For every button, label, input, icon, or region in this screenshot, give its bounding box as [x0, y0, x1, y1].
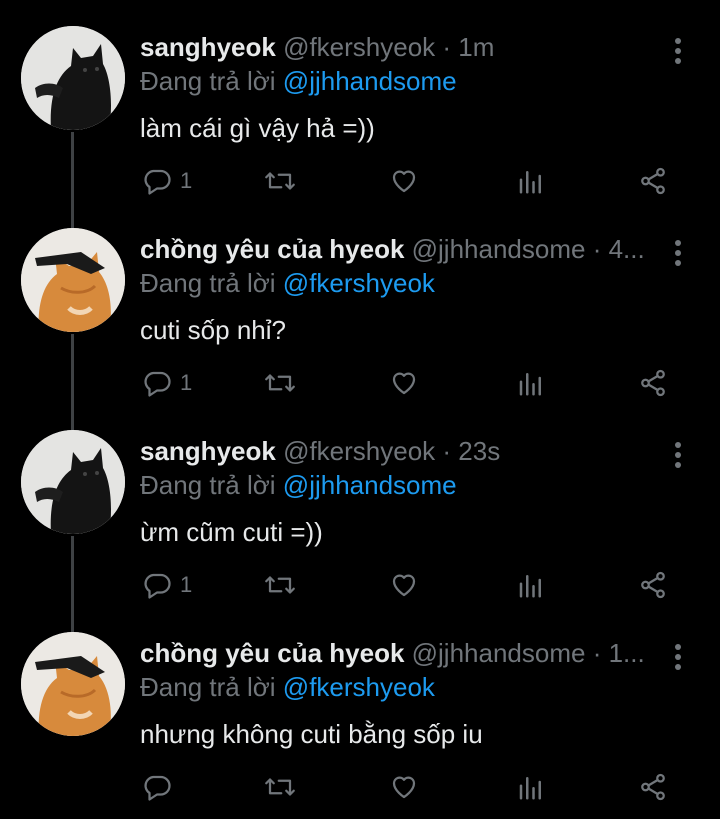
avatar[interactable] [21, 228, 125, 332]
mention-link[interactable]: @jjhhandsome [283, 66, 457, 96]
tweet[interactable]: sanghyeok @fkershyeok · 1m Đang trả lời … [0, 0, 720, 202]
reply-icon [144, 573, 171, 599]
share-button[interactable] [638, 567, 668, 603]
analytics-icon [519, 575, 541, 598]
display-name[interactable]: sanghyeok [140, 436, 276, 466]
tweet[interactable]: sanghyeok @fkershyeok · 23s Đang trả lời… [0, 404, 720, 606]
more-options-icon[interactable] [666, 238, 690, 268]
heart-icon [392, 776, 416, 799]
share-icon [641, 167, 665, 195]
replying-to-label: Đang trả lời [140, 470, 276, 500]
analytics-button[interactable] [516, 365, 546, 401]
reply-count: 1 [180, 168, 193, 193]
tweet-actions [140, 769, 680, 805]
heart-icon [392, 170, 416, 193]
tweet-actions: 1 [140, 163, 680, 199]
display-name[interactable]: chồng yêu của hyeok [140, 638, 404, 668]
like-button[interactable] [388, 163, 420, 199]
like-button[interactable] [388, 365, 420, 401]
replying-to: Đang trả lời @fkershyeok [140, 267, 435, 299]
retweet-button[interactable] [262, 163, 298, 199]
tweet-header: sanghyeok @fkershyeok · 1m [140, 31, 660, 63]
share-button[interactable] [638, 769, 668, 805]
mention-link[interactable]: @fkershyeok [283, 268, 435, 298]
replying-to: Đang trả lời @jjhhandsome [140, 65, 457, 97]
mention-link[interactable]: @fkershyeok [283, 672, 435, 702]
replying-to-label: Đang trả lời [140, 672, 276, 702]
display-name[interactable]: chồng yêu của hyeok [140, 234, 404, 264]
handle-time: @jjhhandsome · 1... [411, 638, 645, 668]
retweet-icon [265, 172, 295, 190]
tweet-header: sanghyeok @fkershyeok · 23s [140, 435, 660, 467]
tweet-actions: 1 [140, 365, 680, 401]
tweet-header: chồng yêu của hyeok @jjhhandsome · 1... [140, 637, 660, 669]
share-icon [641, 369, 665, 397]
like-button[interactable] [388, 769, 420, 805]
analytics-button[interactable] [516, 163, 546, 199]
tweet-text: nhưng không cuti bằng sốp iu [140, 719, 483, 749]
retweet-button[interactable] [262, 365, 298, 401]
tweet-actions: 1 [140, 567, 680, 603]
handle-time: @jjhhandsome · 4... [411, 234, 645, 264]
replying-to-label: Đang trả lời [140, 66, 276, 96]
retweet-button[interactable] [262, 567, 298, 603]
tweet[interactable]: chồng yêu của hyeok @jjhhandsome · 4... … [0, 202, 720, 404]
reply-icon [144, 775, 171, 801]
more-options-icon[interactable] [666, 440, 690, 470]
share-icon [641, 773, 665, 801]
display-name[interactable]: sanghyeok [140, 32, 276, 62]
reply-button[interactable]: 1 [142, 365, 192, 401]
reply-button[interactable] [142, 769, 180, 805]
analytics-icon [519, 777, 541, 800]
reply-count: 1 [180, 370, 193, 395]
retweet-icon [265, 576, 295, 594]
retweet-icon [265, 778, 295, 796]
reply-button[interactable]: 1 [142, 567, 192, 603]
analytics-icon [519, 171, 541, 194]
analytics-icon [519, 373, 541, 396]
tweet-text: cuti sốp nhỉ? [140, 315, 286, 345]
tweet-text: làm cái gì vậy hả =)) [140, 113, 375, 143]
retweet-button[interactable] [262, 769, 298, 805]
mention-link[interactable]: @jjhhandsome [283, 470, 457, 500]
heart-icon [392, 372, 416, 395]
heart-icon [392, 574, 416, 597]
retweet-icon [265, 374, 295, 392]
avatar[interactable] [21, 26, 125, 130]
reply-icon [144, 169, 171, 195]
like-button[interactable] [388, 567, 420, 603]
share-icon [641, 571, 665, 599]
share-button[interactable] [638, 163, 668, 199]
replying-to: Đang trả lời @fkershyeok [140, 671, 435, 703]
reply-icon [144, 371, 171, 397]
avatar[interactable] [21, 632, 125, 736]
handle-time: @fkershyeok · 23s [283, 436, 501, 466]
tweet-text: ừm cũm cuti =)) [140, 517, 323, 547]
tweet-header: chồng yêu của hyeok @jjhhandsome · 4... [140, 233, 660, 265]
avatar[interactable] [21, 430, 125, 534]
analytics-button[interactable] [516, 769, 546, 805]
tweet[interactable]: chồng yêu của hyeok @jjhhandsome · 1... … [0, 606, 720, 808]
analytics-button[interactable] [516, 567, 546, 603]
handle-time: @fkershyeok · 1m [283, 32, 495, 62]
more-options-icon[interactable] [666, 642, 690, 672]
replying-to: Đang trả lời @jjhhandsome [140, 469, 457, 501]
share-button[interactable] [638, 365, 668, 401]
more-options-icon[interactable] [666, 36, 690, 66]
replying-to-label: Đang trả lời [140, 268, 276, 298]
reply-button[interactable]: 1 [142, 163, 192, 199]
reply-count: 1 [180, 572, 193, 597]
